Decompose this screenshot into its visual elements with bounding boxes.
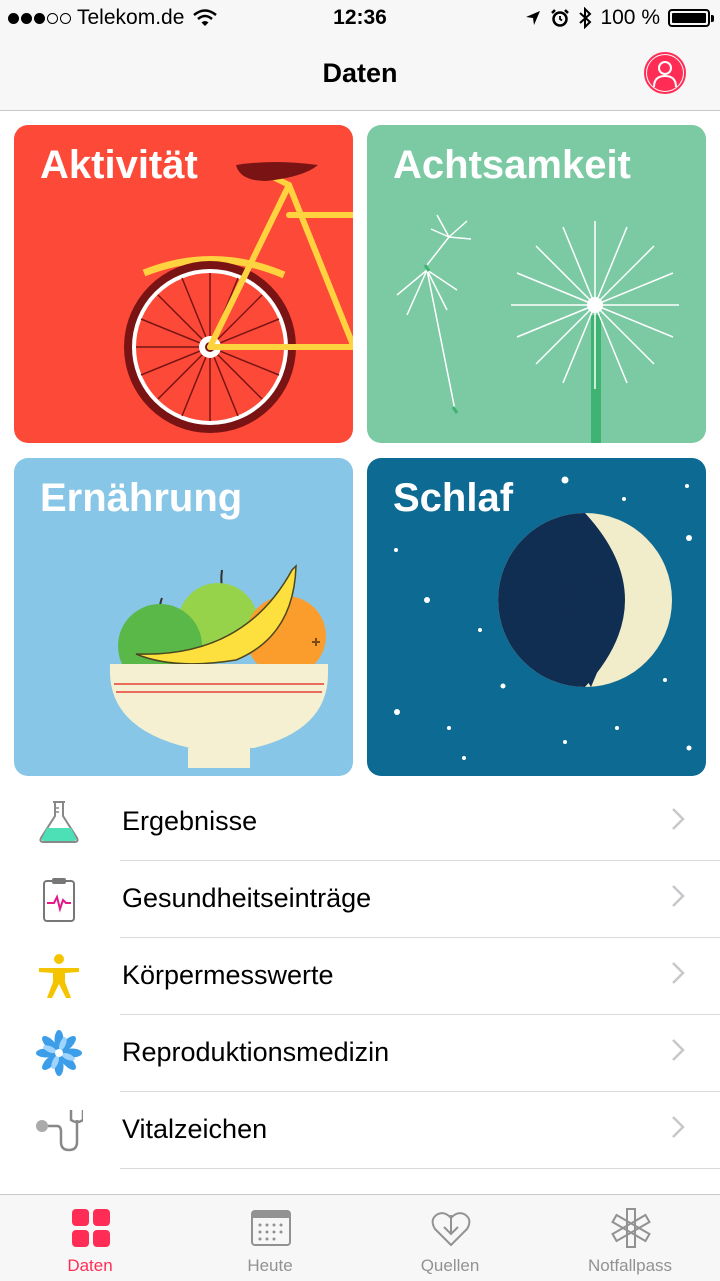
tile-title: Schlaf [393, 476, 514, 520]
alarm-clock-icon [551, 9, 570, 27]
profile-avatar-button[interactable] [644, 52, 686, 94]
battery-icon [668, 9, 714, 27]
tile-title: Ernährung [40, 476, 243, 520]
list-item-label: Körpermesswerte [122, 960, 334, 990]
tab-label: Notfallpass [587, 1256, 673, 1275]
tile-schlaf[interactable]: Schlaf [367, 458, 706, 776]
tab-heute[interactable]: Heute [180, 1195, 360, 1281]
flask-icon [39, 801, 79, 843]
list-item-koerpermesswerte[interactable]: Körpermesswerte [0, 938, 720, 1015]
tile-title: Achtsamkeit [393, 143, 631, 187]
navigation-bar: Daten [0, 38, 720, 111]
battery-percent: 100 % [600, 6, 660, 29]
calendar-icon [251, 1210, 291, 1246]
heart-download-icon [431, 1212, 471, 1247]
flower-icon [36, 1030, 82, 1076]
list-item-label: Vitalzeichen [122, 1114, 268, 1144]
chevron-right-icon [672, 962, 685, 984]
bluetooth-icon [579, 7, 592, 29]
chevron-right-icon [672, 1039, 685, 1061]
list-item-vitalzeichen[interactable]: Vitalzeichen [0, 1092, 720, 1169]
list-item-label: Reproduktionsmedizin [122, 1037, 390, 1067]
chevron-right-icon [672, 808, 685, 830]
tab-label: Quellen [420, 1256, 480, 1275]
stethoscope-icon [36, 1110, 83, 1152]
tab-label: Heute [247, 1256, 293, 1275]
person-icon [646, 54, 683, 91]
tab-label: Daten [67, 1256, 113, 1275]
location-arrow-icon [526, 11, 541, 25]
tab-notfallpass[interactable]: Notfallpass [540, 1195, 720, 1281]
list-item-gesundheitseintraege[interactable]: Gesundheitseinträge [0, 861, 720, 938]
body-figure-icon [39, 954, 79, 998]
tile-title: Aktivität [40, 143, 198, 187]
chevron-right-icon [672, 1116, 685, 1138]
medical-star-icon [611, 1208, 651, 1248]
list-item-label: Ergebnisse [122, 806, 258, 836]
grid-icon [72, 1209, 110, 1247]
category-list: Ergebnisse Gesundheitseinträge Körpermes… [0, 784, 720, 1169]
list-item-ergebnisse[interactable]: Ergebnisse [0, 784, 720, 861]
divider [120, 1168, 720, 1169]
tile-achtsamkeit[interactable]: Achtsamkeit [367, 125, 706, 443]
tab-quellen[interactable]: Quellen [360, 1195, 540, 1281]
list-item-label: Gesundheitseinträge [122, 883, 372, 913]
clipboard-ecg-icon [43, 878, 75, 922]
status-bar: Telekom.de 12:36 100 % [0, 0, 720, 38]
page-title: Daten [322, 58, 398, 88]
tile-aktivitaet[interactable]: Aktivität [14, 125, 353, 443]
status-right: 100 % [524, 6, 714, 30]
tile-ernaehrung[interactable]: Ernährung [14, 458, 353, 776]
tab-bar: Daten Heute Quellen Notfallpass [0, 1194, 720, 1281]
tab-daten[interactable]: Daten [0, 1195, 180, 1281]
chevron-right-icon [672, 885, 685, 907]
list-item-reproduktionsmedizin[interactable]: Reproduktionsmedizin [0, 1015, 720, 1092]
